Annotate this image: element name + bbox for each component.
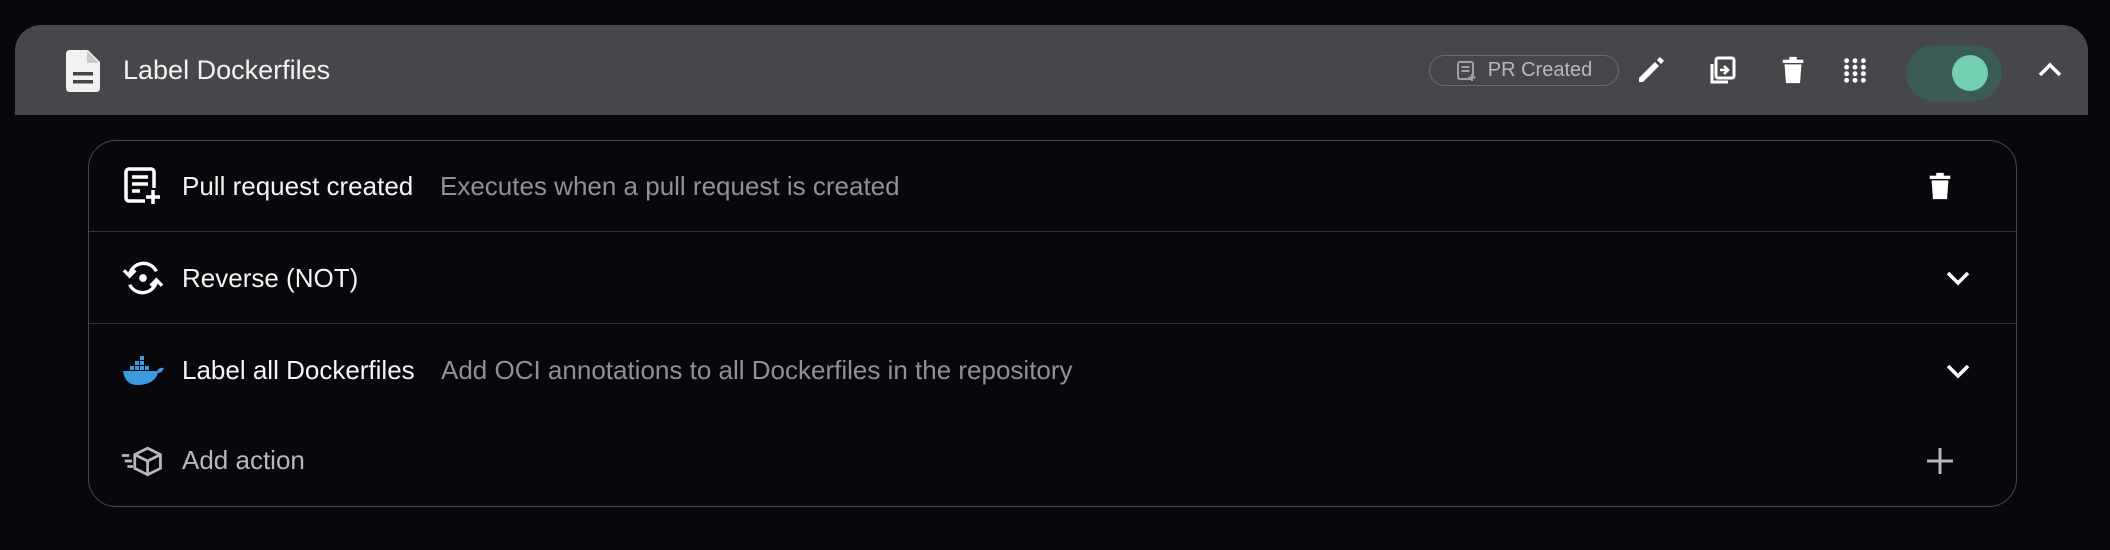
automation-steps-panel: Pull request created Executes when a pul… — [88, 140, 2017, 507]
automation-header: Label Dockerfiles PR Created — [15, 25, 2088, 115]
action-description: Add OCI annotations to all Dockerfiles i… — [441, 355, 1073, 385]
drag-handle[interactable] — [1835, 50, 1875, 90]
enabled-toggle[interactable] — [1906, 45, 2002, 101]
plus-icon — [1927, 447, 1953, 474]
trigger-description: Executes when a pull request is created — [440, 170, 900, 201]
expand-condition-button[interactable] — [1938, 258, 1978, 298]
add-action-icon — [121, 439, 165, 483]
chevron-down-icon — [1946, 271, 1970, 286]
trigger-row[interactable]: Pull request created Executes when a pul… — [89, 141, 2016, 232]
expand-action-button[interactable] — [1938, 351, 1978, 391]
action-title: Label all Dockerfiles — [182, 355, 415, 385]
trigger-status-badge: PR Created — [1429, 55, 1619, 86]
reverse-icon — [121, 256, 165, 300]
add-action-label: Add action — [182, 445, 305, 475]
duplicate-icon — [1710, 56, 1736, 84]
action-row[interactable]: Label all Dockerfiles Add OCI annotation… — [89, 325, 2016, 416]
trash-icon — [1782, 56, 1804, 84]
chevron-down-icon — [1946, 364, 1970, 378]
pr-created-icon — [1456, 60, 1476, 81]
pull-request-created-icon — [121, 164, 165, 208]
pencil-icon — [1639, 57, 1664, 82]
add-action-button[interactable] — [1920, 441, 1960, 481]
trash-icon — [1929, 172, 1951, 200]
docker-icon — [121, 349, 165, 393]
add-action-row[interactable]: Add action — [89, 415, 2016, 506]
trigger-title: Pull request created — [182, 170, 414, 201]
duplicate-button[interactable] — [1702, 50, 1742, 90]
chevron-up-icon — [2038, 62, 2062, 77]
delete-trigger-button[interactable] — [1920, 166, 1960, 206]
condition-title: Reverse (NOT) — [182, 262, 359, 293]
condition-row[interactable]: Reverse (NOT) — [89, 233, 2016, 324]
automation-title: Label Dockerfiles — [123, 55, 331, 85]
collapse-button[interactable] — [2030, 50, 2070, 90]
document-icon — [66, 50, 100, 92]
toggle-knob — [1952, 55, 1988, 91]
drag-grip-icon — [1844, 58, 1866, 83]
delete-automation-button[interactable] — [1773, 50, 1813, 90]
badge-label: PR Created — [1487, 59, 1593, 81]
edit-button[interactable] — [1631, 50, 1671, 90]
